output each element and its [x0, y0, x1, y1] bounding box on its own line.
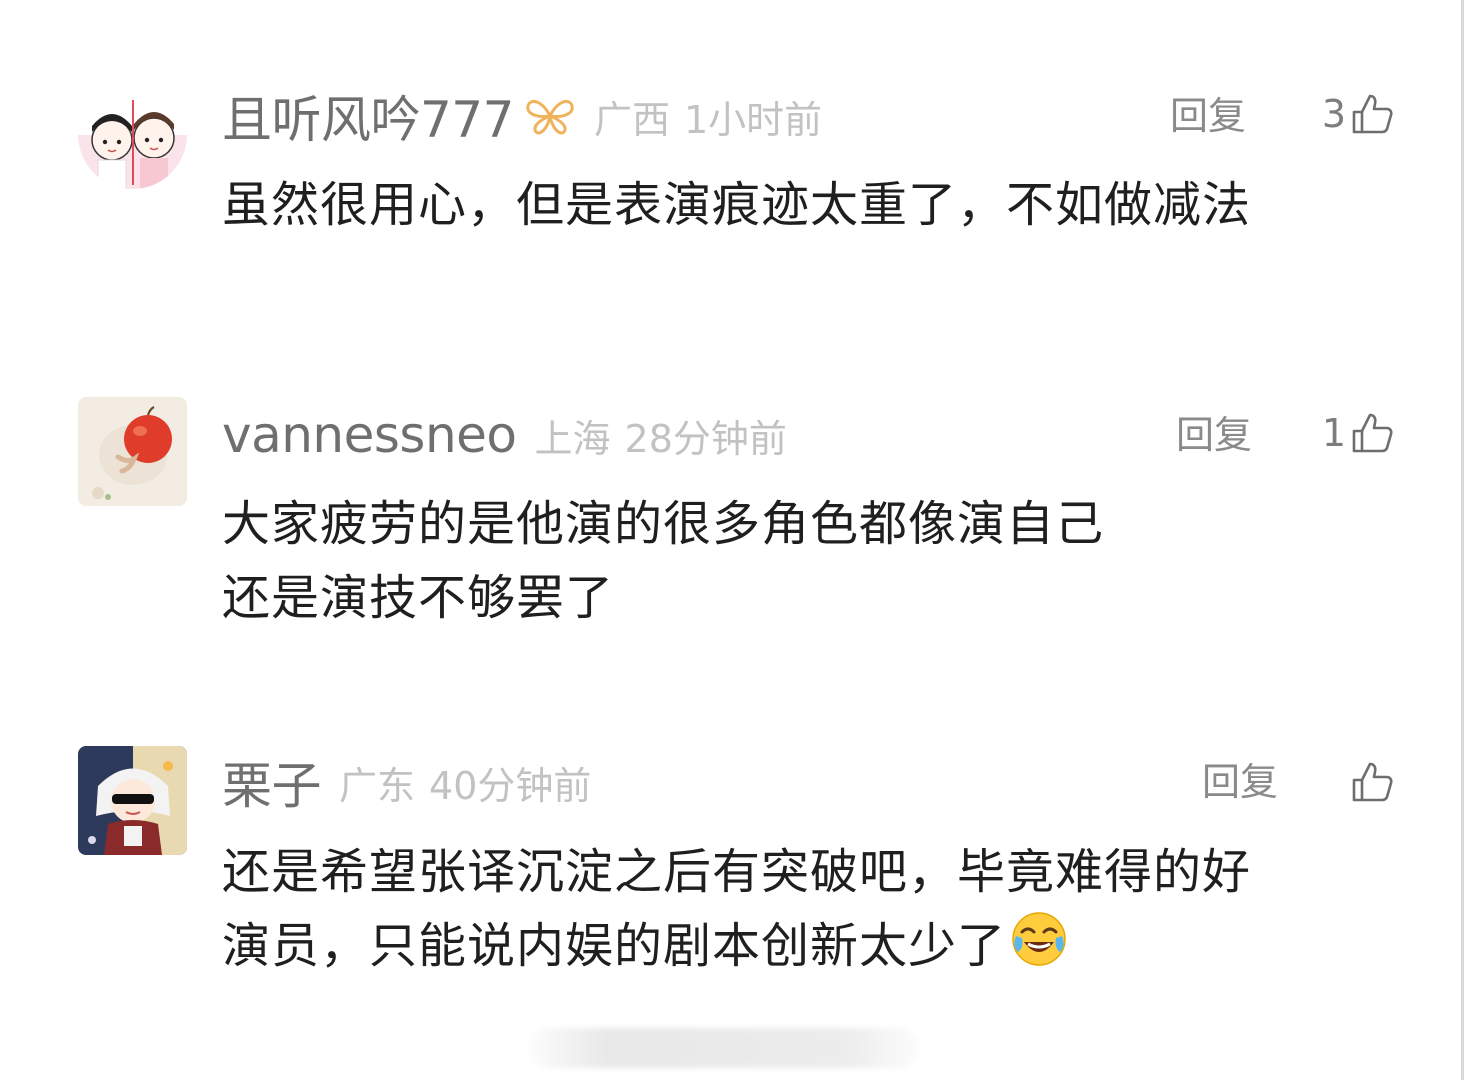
blurred-footer-watermark [530, 1028, 920, 1068]
comment-line: 虽然很用心，但是表演痕迹太重了，不如做减法 [222, 177, 1252, 233]
thumbs-up-icon [1352, 413, 1393, 453]
user-avatar[interactable] [78, 397, 187, 506]
thumbs-up-icon [1352, 762, 1393, 802]
user-avatar[interactable] [78, 746, 187, 855]
comment-line: 大家疲劳的是他演的很多角色都像演自己 [222, 496, 1105, 552]
like-button[interactable] [1346, 752, 1394, 812]
comment-meta: vannessneo 上海 28分钟前 [222, 405, 787, 465]
username[interactable]: 栗子 [222, 746, 322, 818]
like-button[interactable]: 3 [1322, 84, 1394, 144]
like-count: 1 [1321, 411, 1346, 455]
comment-line: 还是希望张译沉淀之后有突破吧，毕竟难得的好 [222, 844, 1252, 900]
laugh-cry-emoji-icon [1010, 910, 1068, 968]
right-edge-divider [1461, 0, 1464, 1080]
anime-sunglasses-avatar-icon [78, 746, 187, 855]
comment-timestamp: 40分钟前 [429, 763, 592, 808]
comment-body: 还是希望张译沉淀之后有突破吧，毕竟难得的好 演员，只能说内娱的剧本创新太少了 [222, 835, 1402, 983]
reply-button[interactable]: 回复 [1176, 405, 1252, 465]
comment-timestamp: 28分钟前 [624, 416, 787, 461]
comment-meta: 且听风吟777 广西 1小时前 [222, 86, 823, 149]
reply-button[interactable]: 回复 [1202, 752, 1278, 812]
comment-line: 还是演技不够罢了 [222, 570, 615, 626]
couple-cartoon-avatar-icon [78, 80, 187, 189]
butterfly-icon [524, 96, 576, 136]
comment-location: 上海 [534, 416, 611, 461]
comment-body: 大家疲劳的是他演的很多角色都像演自己 还是演技不够罢了 [222, 487, 1402, 635]
username[interactable]: 且听风吟777 [222, 80, 514, 152]
comment-line: 演员，只能说内娱的剧本创新太少了 [222, 918, 1007, 974]
like-count: 3 [1321, 92, 1346, 136]
comment-location: 广西 [593, 97, 670, 142]
apple-avatar-icon [78, 397, 187, 506]
username[interactable]: vannessneo [222, 406, 517, 464]
comment-body: 虽然很用心，但是表演痕迹太重了，不如做减法 [222, 168, 1402, 242]
comment-timestamp: 1小时前 [683, 97, 823, 142]
like-button[interactable]: 1 [1322, 403, 1394, 463]
thumbs-up-icon [1352, 94, 1393, 134]
user-avatar[interactable] [78, 80, 187, 189]
comment-meta: 栗子 广东 40分钟前 [222, 752, 592, 815]
comment-location: 广东 [339, 763, 416, 808]
comment-line-with-emoji: 演员，只能说内娱的剧本创新太少了 [222, 909, 1402, 983]
reply-button[interactable]: 回复 [1170, 86, 1246, 146]
